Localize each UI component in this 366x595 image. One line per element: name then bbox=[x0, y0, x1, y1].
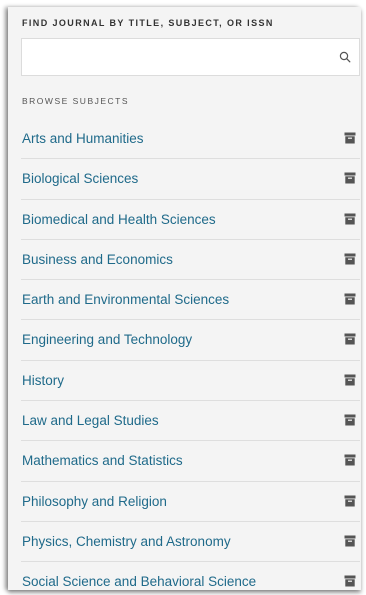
archive-box-icon[interactable] bbox=[344, 374, 356, 386]
subject-label[interactable]: Earth and Environmental Sciences bbox=[22, 292, 229, 307]
subject-item-philosophy-and-religion[interactable]: Philosophy and Religion bbox=[21, 482, 360, 522]
subject-label[interactable]: History bbox=[22, 373, 64, 388]
subject-item-law-and-legal-studies[interactable]: Law and Legal Studies bbox=[21, 401, 360, 442]
subject-label[interactable]: Engineering and Technology bbox=[22, 332, 192, 347]
subject-label[interactable]: Mathematics and Statistics bbox=[22, 453, 183, 468]
subject-label[interactable]: Business and Economics bbox=[22, 252, 173, 267]
archive-box-icon[interactable] bbox=[344, 495, 356, 507]
subject-item-business-and-economics[interactable]: Business and Economics bbox=[21, 240, 360, 281]
archive-box-icon[interactable] bbox=[344, 253, 356, 265]
subject-label[interactable]: Biological Sciences bbox=[22, 171, 138, 186]
journal-finder-panel: FIND JOURNAL BY TITLE, SUBJECT, OR ISSN … bbox=[8, 7, 361, 590]
search-input[interactable] bbox=[22, 39, 348, 75]
archive-box-icon[interactable] bbox=[344, 575, 356, 587]
subject-label[interactable]: Arts and Humanities bbox=[22, 131, 144, 146]
archive-box-icon[interactable] bbox=[344, 132, 356, 144]
archive-box-icon[interactable] bbox=[344, 454, 356, 466]
subject-item-history[interactable]: History bbox=[21, 361, 360, 402]
subject-label[interactable]: Biomedical and Health Sciences bbox=[22, 212, 216, 227]
subject-label[interactable]: Law and Legal Studies bbox=[22, 413, 159, 428]
search-heading: FIND JOURNAL BY TITLE, SUBJECT, OR ISSN bbox=[22, 18, 274, 28]
subject-label[interactable]: Social Science and Behavioral Science bbox=[22, 574, 256, 589]
subject-item-biomedical-and-health-sciences[interactable]: Biomedical and Health Sciences bbox=[21, 200, 360, 240]
search-field[interactable] bbox=[21, 38, 360, 76]
subject-item-mathematics-and-statistics[interactable]: Mathematics and Statistics bbox=[21, 441, 360, 482]
archive-box-icon[interactable] bbox=[344, 213, 356, 225]
subject-item-arts-and-humanities[interactable]: Arts and Humanities bbox=[21, 119, 360, 160]
search-icon[interactable] bbox=[339, 51, 351, 63]
subject-item-earth-and-environmental-sciences[interactable]: Earth and Environmental Sciences bbox=[21, 280, 360, 321]
archive-box-icon[interactable] bbox=[344, 333, 356, 345]
subject-list: Arts and Humanities Biological Sciences … bbox=[21, 119, 360, 590]
archive-box-icon[interactable] bbox=[344, 414, 356, 426]
subject-label[interactable]: Physics, Chemistry and Astronomy bbox=[22, 534, 231, 549]
subject-label[interactable]: Philosophy and Religion bbox=[22, 494, 167, 509]
subject-item-biological-sciences[interactable]: Biological Sciences bbox=[21, 159, 360, 200]
archive-box-icon[interactable] bbox=[344, 293, 356, 305]
subject-item-social-science-and-behavioral-science[interactable]: Social Science and Behavioral Science bbox=[21, 562, 360, 590]
archive-box-icon[interactable] bbox=[344, 535, 356, 547]
subject-item-engineering-and-technology[interactable]: Engineering and Technology bbox=[21, 320, 360, 361]
archive-box-icon[interactable] bbox=[344, 172, 356, 184]
subject-item-physics-chemistry-and-astronomy[interactable]: Physics, Chemistry and Astronomy bbox=[21, 522, 360, 563]
browse-subjects-heading: BROWSE SUBJECTS bbox=[22, 96, 130, 106]
